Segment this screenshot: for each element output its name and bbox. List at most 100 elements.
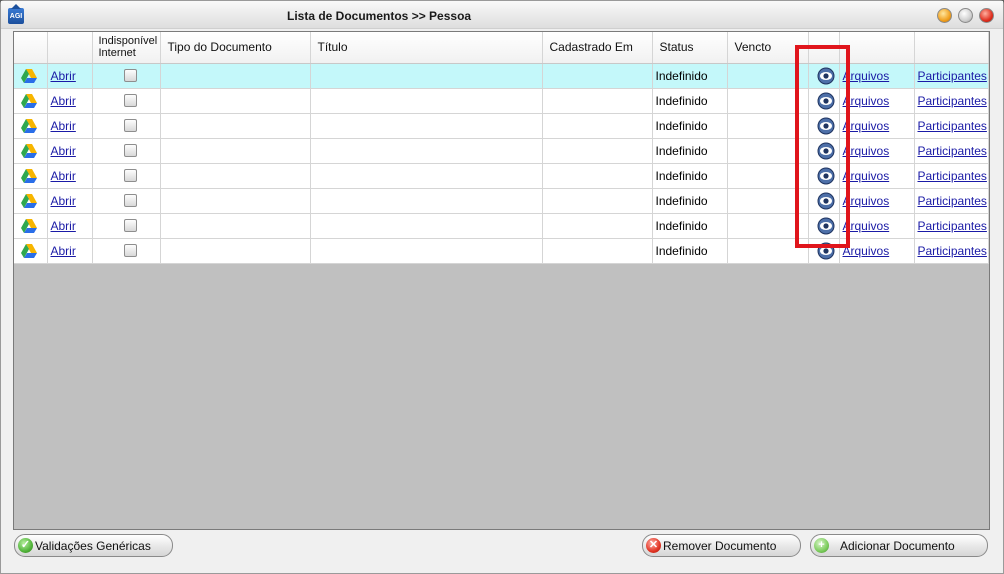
- indisponivel-checkbox[interactable]: [123, 94, 137, 107]
- eye-icon[interactable]: [817, 117, 835, 138]
- minimize-button[interactable]: [937, 8, 952, 23]
- titulo-cell: [310, 213, 543, 239]
- table-row[interactable]: Abrir Indefinido Arquivos Participantes: [14, 113, 989, 139]
- tipo-cell: [160, 113, 311, 139]
- table-row[interactable]: Abrir Indefinido Arquivos Participantes: [14, 88, 989, 114]
- participantes-link[interactable]: Participantes: [918, 94, 987, 108]
- col-header-cadastrado[interactable]: Cadastrado Em: [542, 32, 653, 64]
- indisponivel-checkbox[interactable]: [123, 219, 137, 232]
- open-link[interactable]: Abrir: [51, 144, 76, 158]
- arquivos-link[interactable]: Arquivos: [843, 144, 890, 158]
- view-cell: [808, 113, 840, 139]
- maximize-button[interactable]: [958, 8, 973, 23]
- arquivos-link[interactable]: Arquivos: [843, 119, 890, 133]
- participantes-link[interactable]: Participantes: [918, 144, 987, 158]
- indisponivel-cell: [92, 213, 161, 239]
- arquivos-link[interactable]: Arquivos: [843, 169, 890, 183]
- indisponivel-cell: [92, 88, 161, 114]
- col-header-participantes[interactable]: [914, 32, 989, 64]
- arquivos-link[interactable]: Arquivos: [843, 244, 890, 258]
- arquivos-cell: Arquivos: [839, 163, 915, 189]
- arquivos-link[interactable]: Arquivos: [843, 194, 890, 208]
- drive-icon: [21, 68, 37, 86]
- vencto-cell: [727, 213, 809, 239]
- open-link[interactable]: Abrir: [51, 94, 76, 108]
- eye-icon[interactable]: [817, 242, 835, 263]
- col-header-indisponivel[interactable]: Indisponível Internet: [92, 32, 161, 64]
- open-link[interactable]: Abrir: [51, 169, 76, 183]
- open-link[interactable]: Abrir: [51, 69, 76, 83]
- indisponivel-checkbox[interactable]: [123, 194, 137, 207]
- validacoes-genericas-button[interactable]: ✓ Validações Genéricas: [14, 534, 173, 557]
- remover-documento-button[interactable]: ✕ Remover Documento: [642, 534, 801, 557]
- title-bar[interactable]: AGI Lista de Documentos >> Pessoa: [1, 1, 1003, 29]
- col-header-icon[interactable]: [14, 32, 48, 64]
- close-button[interactable]: [979, 8, 994, 23]
- view-cell: [808, 138, 840, 164]
- eye-icon[interactable]: [817, 192, 835, 213]
- tipo-cell: [160, 163, 311, 189]
- table-row[interactable]: Abrir Indefinido Arquivos Participantes: [14, 213, 989, 239]
- participantes-link[interactable]: Participantes: [918, 169, 987, 183]
- header-row: Indisponível Internet Tipo do Documento …: [14, 32, 989, 64]
- titulo-cell: [310, 163, 543, 189]
- table-row[interactable]: Abrir Indefinido Arquivos Participantes: [14, 238, 989, 264]
- row-icon-cell: [14, 63, 48, 89]
- vencto-cell: [727, 238, 809, 264]
- vencto-cell: [727, 138, 809, 164]
- indisponivel-checkbox[interactable]: [123, 119, 137, 132]
- open-link[interactable]: Abrir: [51, 219, 76, 233]
- indisponivel-cell: [92, 138, 161, 164]
- cadastrado-cell: [542, 188, 653, 214]
- participantes-cell: Participantes: [914, 238, 989, 264]
- window-title: Lista de Documentos >> Pessoa: [287, 9, 472, 23]
- table-row[interactable]: Abrir Indefinido Arquivos Participantes: [14, 63, 989, 89]
- eye-icon[interactable]: [817, 92, 835, 113]
- col-header-status[interactable]: Status: [652, 32, 728, 64]
- arquivos-link[interactable]: Arquivos: [843, 219, 890, 233]
- arquivos-link[interactable]: Arquivos: [843, 94, 890, 108]
- col-header-vencto[interactable]: Vencto: [727, 32, 809, 64]
- table-row[interactable]: Abrir Indefinido Arquivos Participantes: [14, 138, 989, 164]
- drive-icon: [21, 243, 37, 261]
- participantes-cell: Participantes: [914, 63, 989, 89]
- col-header-titulo[interactable]: Título: [310, 32, 543, 64]
- indisponivel-checkbox[interactable]: [123, 144, 137, 157]
- table-row[interactable]: Abrir Indefinido Arquivos Participantes: [14, 188, 989, 214]
- remove-icon: ✕: [646, 538, 661, 553]
- indisponivel-checkbox[interactable]: [123, 244, 137, 257]
- open-link[interactable]: Abrir: [51, 244, 76, 258]
- eye-icon[interactable]: [817, 67, 835, 88]
- participantes-link[interactable]: Participantes: [918, 219, 987, 233]
- eye-icon[interactable]: [817, 217, 835, 238]
- table-row[interactable]: Abrir Indefinido Arquivos Participantes: [14, 163, 989, 189]
- open-cell: Abrir: [47, 138, 93, 164]
- arquivos-cell: Arquivos: [839, 238, 915, 264]
- row-icon-cell: [14, 238, 48, 264]
- col-header-tipo[interactable]: Tipo do Documento: [160, 32, 311, 64]
- eye-icon[interactable]: [817, 167, 835, 188]
- titulo-cell: [310, 88, 543, 114]
- indisponivel-cell: [92, 188, 161, 214]
- arquivos-link[interactable]: Arquivos: [843, 69, 890, 83]
- status-cell: Indefinido: [652, 138, 728, 164]
- indisponivel-checkbox[interactable]: [123, 169, 137, 182]
- indisponivel-checkbox[interactable]: [123, 69, 137, 82]
- participantes-link[interactable]: Participantes: [918, 69, 987, 83]
- cadastrado-cell: [542, 113, 653, 139]
- col-header-arquivos[interactable]: [839, 32, 915, 64]
- open-link[interactable]: Abrir: [51, 194, 76, 208]
- participantes-link[interactable]: Participantes: [918, 119, 987, 133]
- documents-window: AGI Lista de Documentos >> Pessoa Indisp…: [0, 0, 1004, 574]
- adicionar-label: Adicionar Documento: [840, 539, 955, 553]
- participantes-link[interactable]: Participantes: [918, 194, 987, 208]
- vencto-cell: [727, 63, 809, 89]
- col-header-view[interactable]: [808, 32, 840, 64]
- participantes-link[interactable]: Participantes: [918, 244, 987, 258]
- eye-icon[interactable]: [817, 142, 835, 163]
- adicionar-documento-button[interactable]: + Adicionar Documento: [810, 534, 988, 557]
- col-header-open[interactable]: [47, 32, 93, 64]
- tipo-cell: [160, 138, 311, 164]
- drive-icon: [21, 118, 37, 136]
- open-link[interactable]: Abrir: [51, 119, 76, 133]
